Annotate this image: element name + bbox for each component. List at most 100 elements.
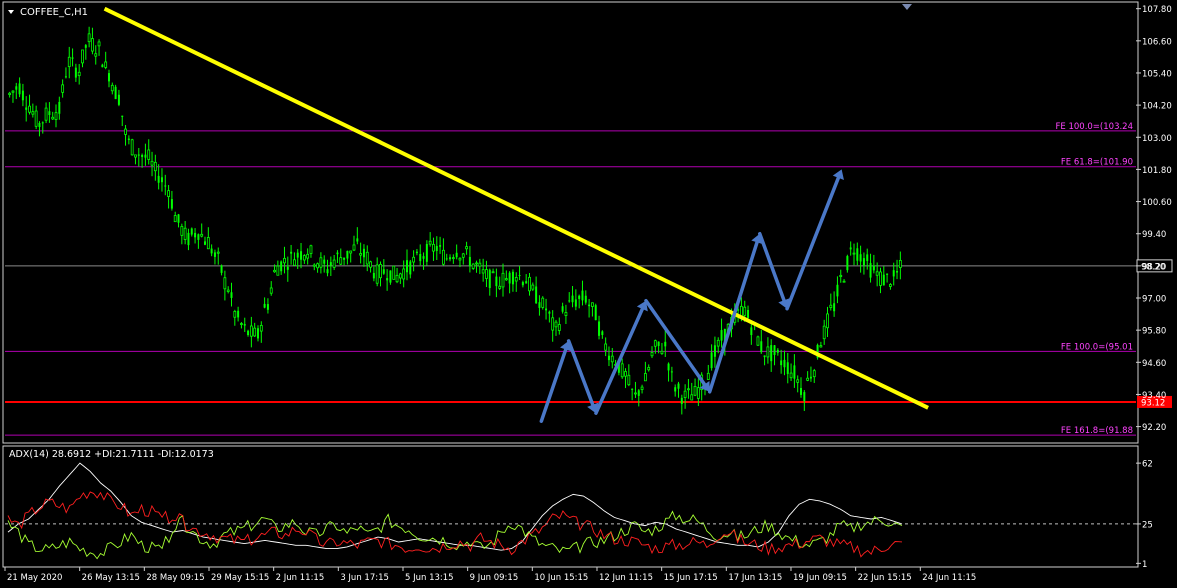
candle-body-down	[786, 362, 789, 374]
candle-body-up	[889, 284, 892, 287]
price-tick-label: 98.20	[1142, 262, 1166, 272]
candle	[392, 265, 396, 280]
candle-body-down	[607, 355, 610, 361]
candle-body-down	[141, 154, 144, 157]
candle-body-up	[541, 297, 545, 308]
candle-body-down	[886, 273, 889, 275]
candle-body-up	[610, 355, 614, 363]
candle-body-up	[240, 323, 243, 325]
time-tick-label: 24 Jun 11:15	[922, 573, 976, 583]
candle-body-up	[332, 259, 336, 268]
candle-body-up	[379, 264, 382, 279]
candle-body-up	[461, 253, 465, 258]
candle-body-down	[637, 390, 640, 396]
candle-body-down	[803, 392, 806, 401]
candle-body-up	[54, 112, 58, 120]
candle-body-down	[21, 90, 24, 101]
time-tick-label: 5 Jun 13:15	[405, 573, 454, 583]
candle-body-down	[389, 270, 392, 283]
candle-body-up	[167, 190, 170, 197]
candle	[846, 254, 849, 273]
candle-body-down	[793, 365, 796, 379]
candle-body-down	[263, 303, 266, 308]
candle-body-down	[194, 232, 197, 238]
symbol-title: COFFEE_C,H1	[20, 7, 88, 18]
candle-body-up	[796, 379, 800, 383]
candle-body-up	[690, 394, 694, 401]
candle-body-up	[716, 339, 720, 347]
candle-body-up	[822, 325, 826, 340]
candle-body-down	[286, 266, 289, 270]
candle-body-down	[343, 257, 346, 260]
candle-body-up	[94, 53, 98, 57]
candle-body-up	[432, 243, 435, 252]
candle-body-up	[451, 257, 455, 260]
time-tick-label: 29 May 15:15	[211, 573, 269, 583]
candle-body-up	[491, 271, 495, 274]
candle-body-up	[233, 311, 237, 318]
candle-body-up	[442, 249, 445, 265]
candle-body-down	[18, 83, 21, 95]
candle-body-up	[498, 285, 502, 289]
candle-body-down	[71, 57, 74, 59]
candle-body-up	[481, 269, 485, 274]
candle-body-down	[667, 363, 670, 371]
symbol-label[interactable]: COFFEE_C,H1	[8, 7, 88, 18]
candle-body-up	[216, 251, 220, 254]
candle-body-up	[359, 253, 363, 256]
candle-body-down	[422, 256, 425, 259]
candle-body-up	[276, 265, 280, 276]
time-tick-label: 28 May 09:15	[146, 573, 204, 583]
candle-body-down	[455, 252, 458, 258]
candle-body-down	[127, 138, 130, 141]
candle-body-up	[743, 306, 747, 316]
candle-body-up	[557, 324, 561, 331]
candle-body-up	[514, 277, 518, 282]
candle-body-up	[806, 377, 810, 381]
candle-body-up	[349, 250, 353, 254]
candle-body-up	[130, 139, 134, 156]
candle-body-up	[528, 276, 531, 292]
candle-body-down	[197, 234, 200, 240]
candle-body-up	[365, 251, 369, 265]
time-tick-label: 9 Jun 09:15	[470, 573, 519, 583]
candle-body-down	[15, 86, 18, 90]
candle-body-up	[485, 269, 488, 279]
chart-window: FE 100.0=(103.24 FE 61.8=(101.90 FE 100.0=…	[0, 0, 1177, 588]
candle-body-down	[346, 250, 349, 259]
candle-body-down	[187, 232, 190, 246]
candle-body-up	[591, 302, 594, 307]
candle-body-down	[144, 154, 147, 158]
time-tick-label: 10 Jun 15:15	[534, 573, 588, 583]
candle	[816, 343, 819, 360]
candle-body-down	[323, 259, 326, 264]
candle-body-up	[634, 392, 637, 395]
candle-body-up	[687, 388, 690, 391]
candle-body-up	[153, 161, 157, 172]
time-tick-label: 22 Jun 15:15	[858, 573, 912, 583]
candle-body-down	[41, 122, 44, 124]
candle-body-up	[8, 92, 12, 95]
candle-body-up	[11, 90, 15, 93]
candle-body-down	[856, 248, 859, 261]
candle	[756, 335, 760, 346]
candle-body-up	[283, 257, 286, 264]
candle-body-up	[756, 336, 760, 346]
candle-body-down	[435, 245, 438, 251]
candle-body-up	[812, 370, 816, 378]
candle-body-up	[200, 233, 204, 237]
candle-body-up	[253, 327, 257, 337]
candle-body-up	[643, 373, 647, 382]
candle-body-up	[309, 245, 313, 254]
candle-body-down	[445, 258, 448, 260]
candle-body-down	[405, 260, 408, 273]
candle-body-down	[300, 251, 303, 260]
candle-body-up	[81, 49, 84, 64]
candle-body-up	[150, 160, 154, 166]
candle-body-down	[488, 269, 491, 289]
candle-body-up	[829, 304, 833, 308]
candle-body-up	[34, 110, 38, 127]
candle-body-up	[504, 278, 508, 281]
candle-body-down	[25, 107, 28, 110]
candle	[114, 84, 117, 100]
